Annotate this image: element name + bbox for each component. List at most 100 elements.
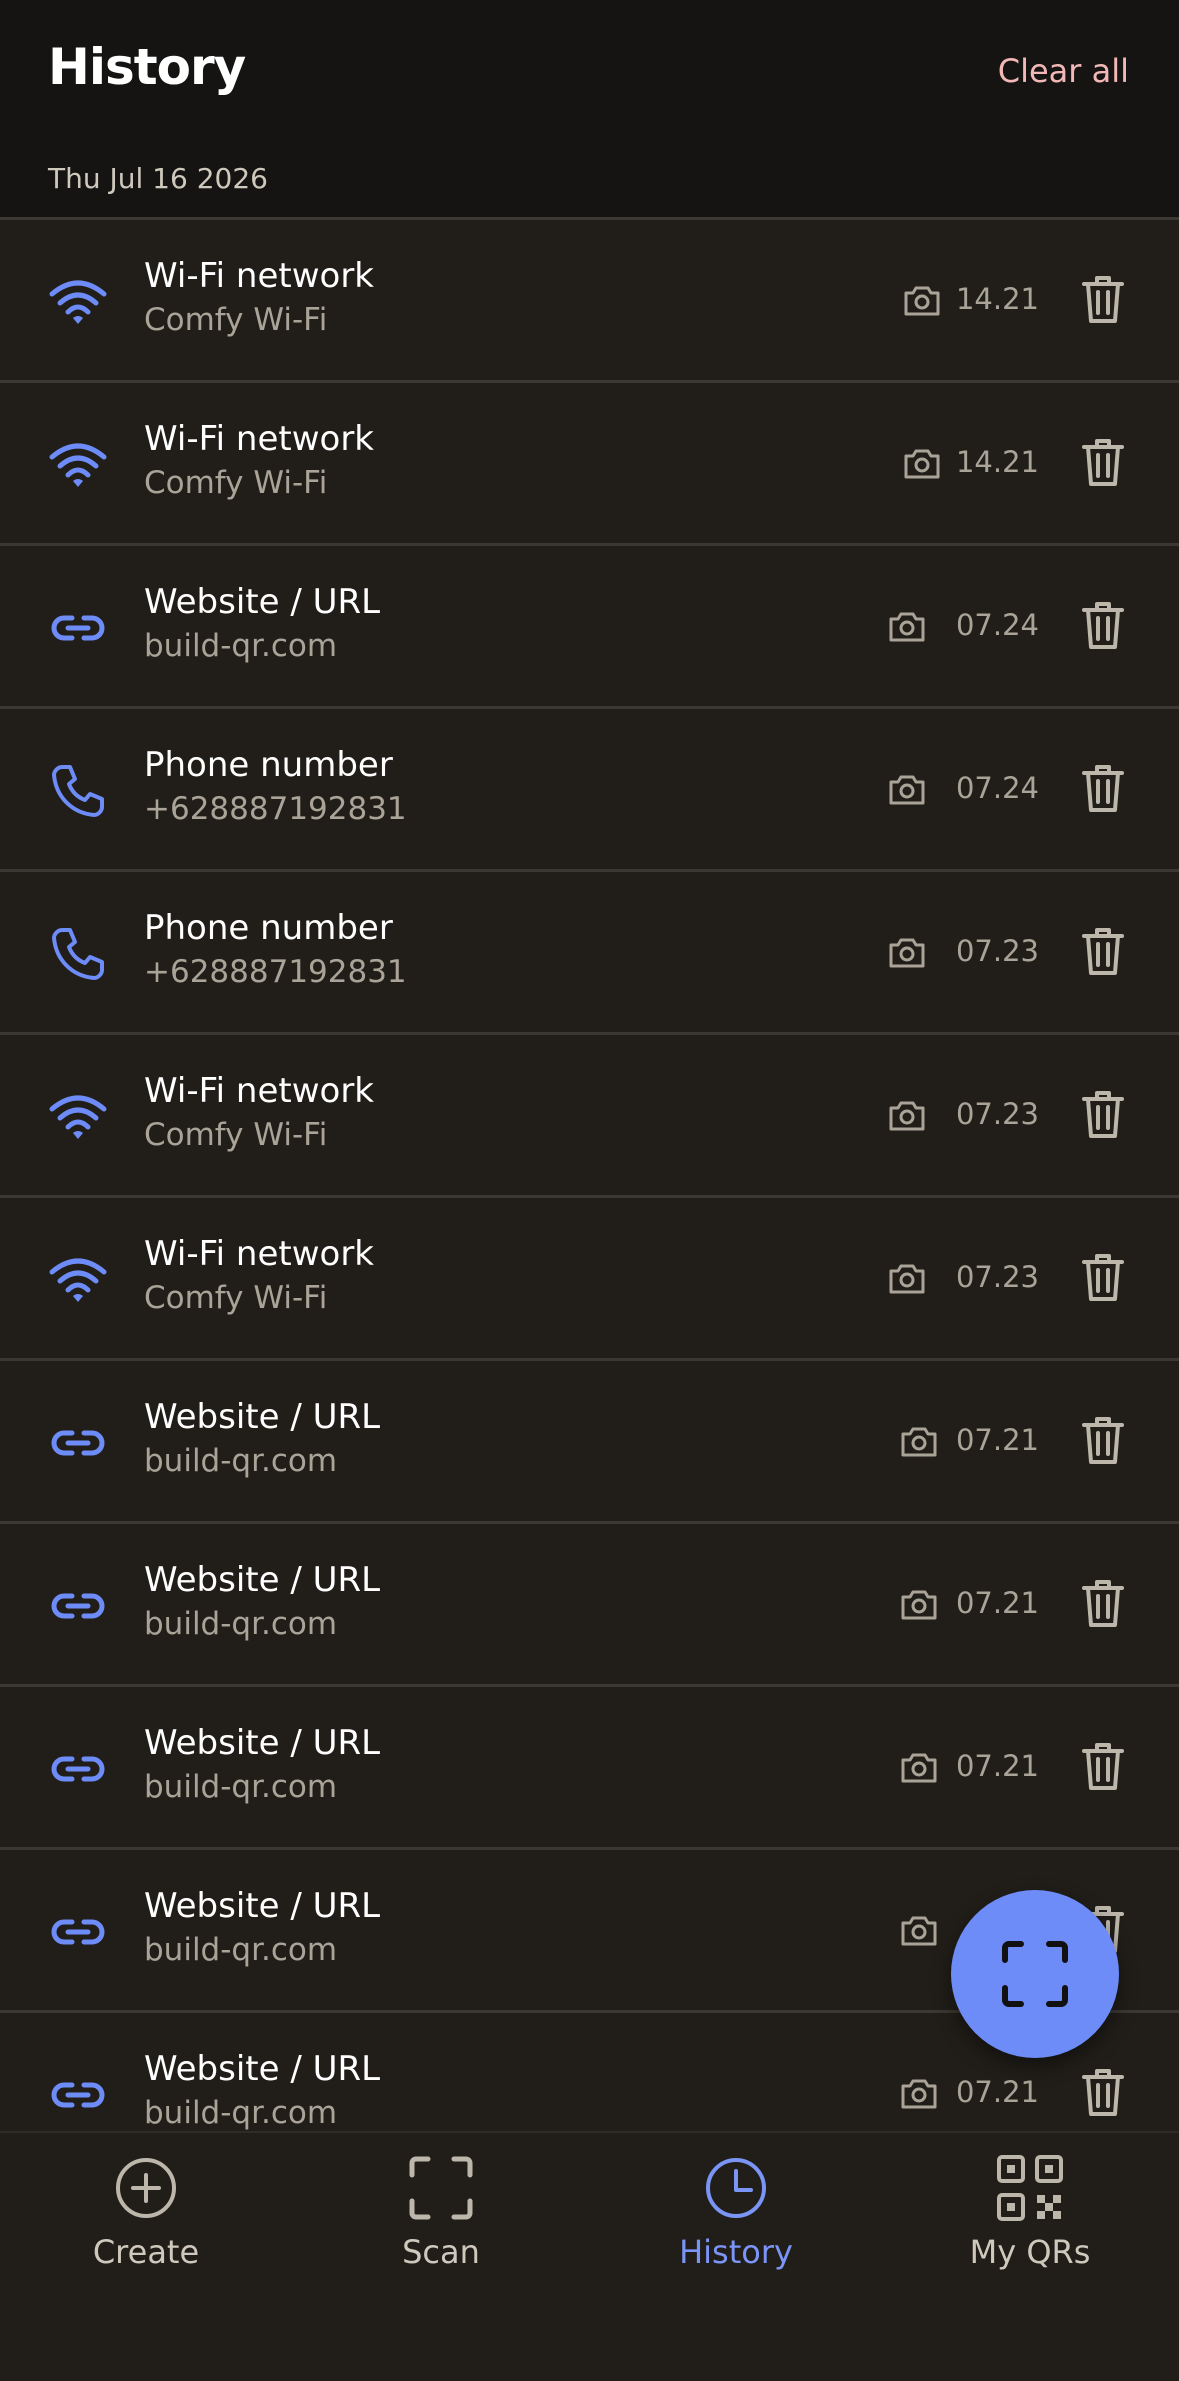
link-icon	[48, 2065, 108, 2125]
link-icon	[48, 598, 108, 658]
history-item[interactable]: Website / URL build-qr.com 07.21	[0, 1521, 1179, 1683]
delete-icon[interactable]	[1081, 1251, 1125, 1303]
nav-my-qrs[interactable]: My QRs	[930, 2153, 1130, 2283]
history-item-subtitle: build-qr.com	[144, 1606, 338, 1642]
delete-icon[interactable]	[1081, 1740, 1125, 1792]
history-item-time: 07.23	[955, 1097, 1039, 1131]
camera-icon	[887, 609, 927, 645]
history-item-time: 07.23	[955, 1260, 1039, 1294]
history-item[interactable]: Website / URL build-qr.com 07.24	[0, 543, 1179, 705]
camera-icon	[899, 2076, 939, 2112]
history-item-title: Wi-Fi network	[144, 256, 374, 296]
nav-history[interactable]: History	[636, 2153, 836, 2283]
history-item[interactable]: Website / URL build-qr.com 07.21	[0, 1358, 1179, 1520]
camera-icon	[887, 935, 927, 971]
delete-icon[interactable]	[1081, 762, 1125, 814]
delete-icon[interactable]	[1081, 1088, 1125, 1140]
history-item-time: 07.21	[955, 1423, 1039, 1457]
history-item-subtitle: +628887192831	[144, 791, 407, 827]
history-item-time: 07.21	[955, 2075, 1039, 2109]
history-item[interactable]: Phone number +628887192831 07.23	[0, 869, 1179, 1031]
delete-icon[interactable]	[1081, 925, 1125, 977]
clock-icon	[706, 2158, 766, 2218]
history-item[interactable]: Wi-Fi network Comfy Wi-Fi 14.21	[0, 217, 1179, 379]
history-item[interactable]: Wi-Fi network Comfy Wi-Fi 07.23	[0, 1195, 1179, 1357]
date-section-label: Thu Jul 16 2026	[48, 162, 268, 195]
camera-icon	[899, 1913, 939, 1949]
history-item-title: Phone number	[144, 745, 393, 785]
history-item[interactable]: Wi-Fi network Comfy Wi-Fi 07.23	[0, 1032, 1179, 1194]
history-item-title: Wi-Fi network	[144, 1071, 374, 1111]
history-item-title: Website / URL	[144, 1560, 381, 1600]
history-item-time: 07.21	[955, 1586, 1039, 1620]
wifi-icon	[48, 1250, 108, 1310]
plus-circle-icon	[116, 2158, 176, 2218]
scan-frame-icon	[1002, 1941, 1068, 2007]
history-item-title: Wi-Fi network	[144, 1234, 374, 1274]
nav-create[interactable]: Create	[46, 2153, 246, 2283]
history-item-subtitle: build-qr.com	[144, 1443, 338, 1479]
camera-icon	[902, 283, 942, 319]
history-item-subtitle: +628887192831	[144, 954, 407, 990]
history-item-title: Website / URL	[144, 1397, 381, 1437]
delete-icon[interactable]	[1081, 1577, 1125, 1629]
camera-icon	[902, 446, 942, 482]
page-title: History	[48, 38, 246, 96]
history-item-subtitle: build-qr.com	[144, 2095, 338, 2131]
history-item-title: Wi-Fi network	[144, 419, 374, 459]
clear-all-button[interactable]: Clear all	[998, 52, 1129, 90]
camera-icon	[899, 1750, 939, 1786]
scan-fab-button[interactable]	[951, 1890, 1119, 2058]
nav-scan-label: Scan	[402, 2233, 480, 2271]
history-item-subtitle: Comfy Wi-Fi	[144, 1280, 328, 1316]
nav-scan[interactable]: Scan	[341, 2153, 541, 2283]
delete-icon[interactable]	[1081, 1414, 1125, 1466]
history-item-time: 07.24	[955, 608, 1039, 642]
app-header: History Clear all Thu Jul 16 2026	[0, 0, 1179, 217]
history-item-time: 07.24	[955, 771, 1039, 805]
history-item-title: Website / URL	[144, 2049, 381, 2089]
history-item-subtitle: Comfy Wi-Fi	[144, 465, 328, 501]
delete-icon[interactable]	[1081, 2066, 1125, 2118]
link-icon	[48, 1739, 108, 1799]
camera-icon	[887, 1098, 927, 1134]
history-item-time: 14.21	[955, 445, 1039, 479]
history-item-title: Website / URL	[144, 582, 381, 622]
camera-icon	[887, 772, 927, 808]
scan-frame-icon	[409, 2156, 473, 2220]
history-item-title: Website / URL	[144, 1886, 381, 1926]
history-item-time: 07.21	[955, 1749, 1039, 1783]
bottom-navigation: Create Scan History My QRs	[0, 2131, 1179, 2381]
history-item-time: 07.23	[955, 934, 1039, 968]
nav-create-label: Create	[92, 2233, 200, 2271]
link-icon	[48, 1413, 108, 1473]
phone-icon	[48, 924, 108, 984]
nav-my-qrs-label: My QRs	[969, 2233, 1091, 2271]
wifi-icon	[48, 272, 108, 332]
history-item-subtitle: Comfy Wi-Fi	[144, 1117, 328, 1153]
history-item-title: Phone number	[144, 908, 393, 948]
history-list: Wi-Fi network Comfy Wi-Fi 14.21 Wi-Fi netwo…	[0, 217, 1179, 2131]
history-item[interactable]: Wi-Fi network Comfy Wi-Fi 14.21	[0, 380, 1179, 542]
delete-icon[interactable]	[1081, 273, 1125, 325]
delete-icon[interactable]	[1081, 436, 1125, 488]
camera-icon	[899, 1587, 939, 1623]
history-item-subtitle: Comfy Wi-Fi	[144, 302, 328, 338]
history-item-subtitle: build-qr.com	[144, 1769, 338, 1805]
qr-code-icon	[997, 2155, 1063, 2221]
history-item[interactable]: Phone number +628887192831 07.24	[0, 706, 1179, 868]
camera-icon	[887, 1261, 927, 1297]
history-item-subtitle: build-qr.com	[144, 1932, 338, 1968]
nav-history-label: History	[679, 2233, 793, 2271]
history-item-title: Website / URL	[144, 1723, 381, 1763]
wifi-icon	[48, 1087, 108, 1147]
link-icon	[48, 1902, 108, 1962]
history-item-subtitle: build-qr.com	[144, 628, 338, 664]
phone-icon	[48, 761, 108, 821]
delete-icon[interactable]	[1081, 599, 1125, 651]
camera-icon	[899, 1424, 939, 1460]
wifi-icon	[48, 435, 108, 495]
history-item[interactable]: Website / URL build-qr.com 07.21	[0, 1684, 1179, 1846]
link-icon	[48, 1576, 108, 1636]
history-item-time: 14.21	[955, 282, 1039, 316]
